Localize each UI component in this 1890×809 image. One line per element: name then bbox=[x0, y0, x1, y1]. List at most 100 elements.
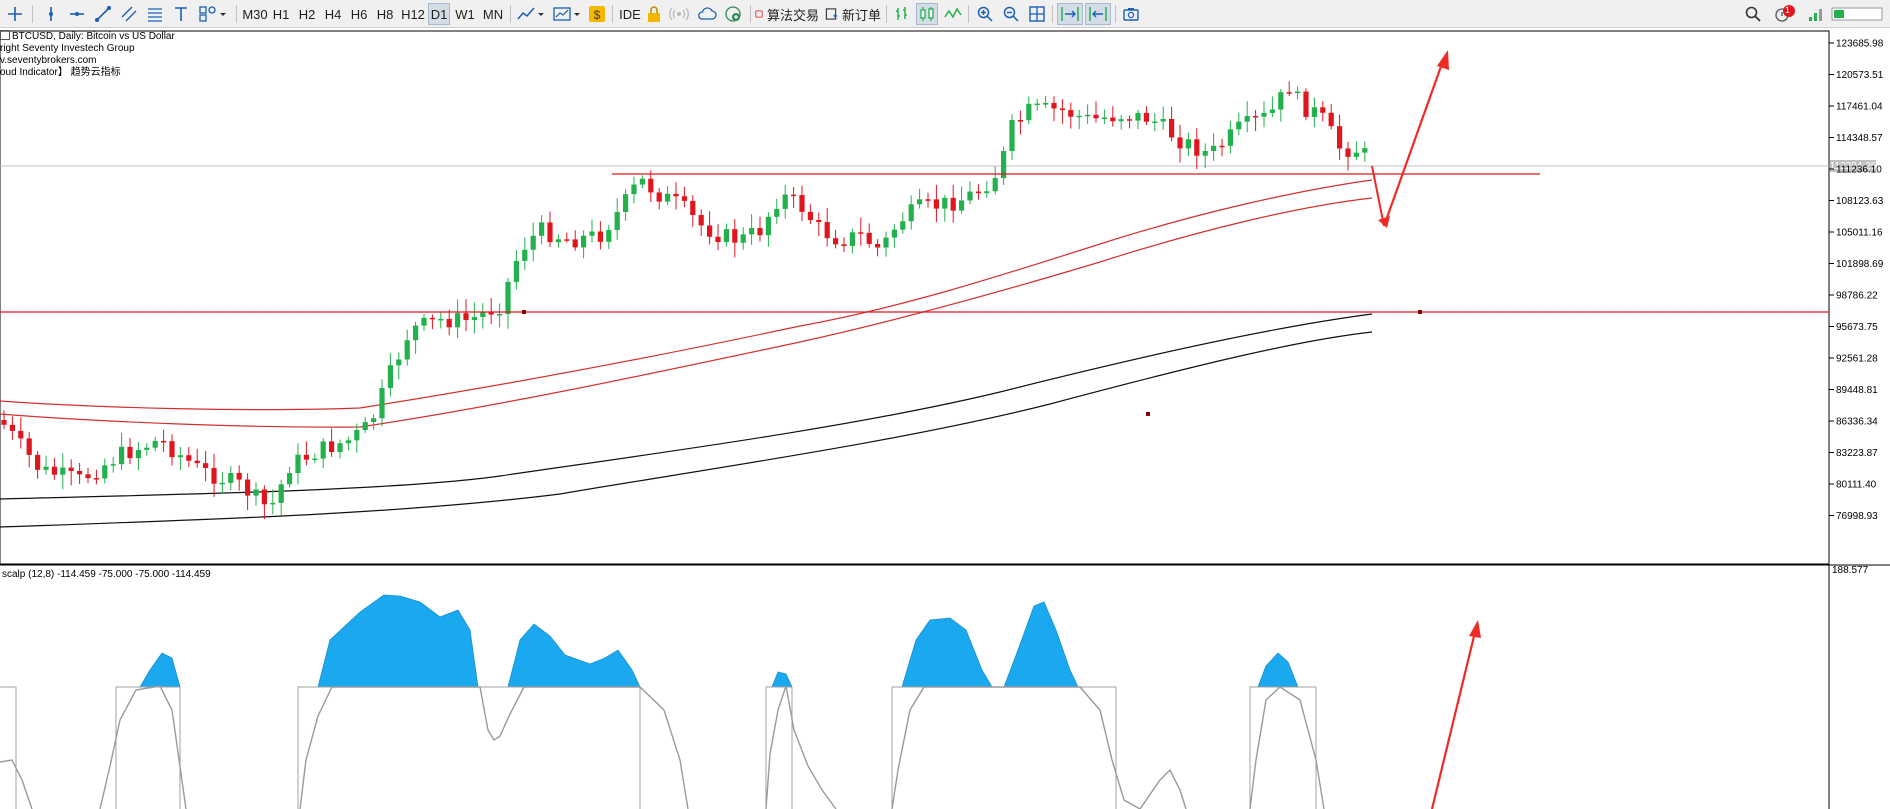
candle-bear bbox=[698, 215, 704, 226]
candle-bull bbox=[1101, 117, 1107, 120]
cloud-icon[interactable] bbox=[696, 3, 718, 25]
price-axis-label: 120573.51 bbox=[1836, 70, 1884, 81]
candle-bull bbox=[1269, 109, 1275, 113]
dollar-icon[interactable]: $ bbox=[587, 3, 607, 25]
candle-bull bbox=[1185, 139, 1191, 149]
candle-bull bbox=[1135, 112, 1141, 121]
candle-bull bbox=[959, 200, 965, 211]
candle-bull bbox=[1085, 114, 1091, 117]
chart-canvas[interactable]: 112284.25 123685.98120573.51117461.04114… bbox=[0, 30, 1890, 809]
crosshair-icon[interactable] bbox=[4, 3, 26, 25]
timeframe-h2[interactable]: H2 bbox=[296, 3, 318, 25]
candle-bull bbox=[1353, 152, 1359, 157]
support-line-anchor-right[interactable] bbox=[1418, 310, 1422, 314]
timeframe-m30[interactable]: M30 bbox=[242, 3, 268, 25]
ide-button[interactable]: IDE bbox=[617, 3, 643, 25]
candle-bear bbox=[732, 229, 738, 243]
price-axis-label: 92561.28 bbox=[1836, 354, 1878, 365]
signal-icon bbox=[668, 3, 690, 25]
candle-bull bbox=[891, 229, 897, 238]
candle-bull bbox=[413, 325, 419, 341]
timeframe-h6[interactable]: H6 bbox=[348, 3, 370, 25]
indicator-label: scalp (12,8) -114.459 -75.000 -75.000 -1… bbox=[2, 569, 211, 580]
candle-bull bbox=[102, 465, 108, 479]
shapes-dropdown-icon[interactable] bbox=[196, 3, 230, 25]
autoscroll-icon[interactable] bbox=[1057, 3, 1083, 25]
search-icon[interactable] bbox=[1742, 3, 1764, 25]
candle-bear bbox=[1093, 114, 1099, 119]
candle-bull bbox=[1261, 112, 1267, 117]
timeframe-h12[interactable]: H12 bbox=[400, 3, 426, 25]
candle-bull bbox=[942, 197, 948, 209]
support-line-anchor-left[interactable] bbox=[522, 310, 526, 314]
indicator-step-line bbox=[0, 686, 1317, 809]
price-axis-label: 108123.63 bbox=[1836, 196, 1884, 207]
price-axis-label: 86336.34 bbox=[1836, 417, 1878, 428]
price-axis-label: 105011.16 bbox=[1836, 228, 1883, 239]
candle-bull bbox=[967, 191, 973, 201]
horizontal-line-icon[interactable] bbox=[66, 3, 88, 25]
line-chart-icon[interactable] bbox=[942, 3, 964, 25]
candle-bull bbox=[345, 440, 351, 444]
candle-bear bbox=[673, 193, 679, 197]
candle-bear bbox=[1219, 145, 1225, 148]
candle-bull bbox=[278, 484, 284, 503]
chart-shift-icon[interactable] bbox=[1085, 3, 1111, 25]
candle-bear bbox=[261, 489, 267, 505]
screenshot-icon[interactable] bbox=[1120, 3, 1142, 25]
candle-bull bbox=[379, 387, 385, 419]
candle-bull bbox=[396, 359, 402, 366]
candle-bull bbox=[1160, 118, 1166, 122]
candle-bull bbox=[581, 235, 587, 248]
new-order-button[interactable]: 新订单 bbox=[825, 3, 881, 25]
candle-bull bbox=[992, 178, 998, 192]
trendline-icon[interactable] bbox=[92, 3, 114, 25]
marker-point[interactable] bbox=[1146, 412, 1150, 416]
price-axis[interactable]: 123685.98 120573.51 117461.04 114348.57 1112… bbox=[1829, 39, 1884, 523]
zoom-in-icon[interactable] bbox=[974, 3, 996, 25]
candle-bear bbox=[866, 232, 872, 244]
zoom-out-icon[interactable] bbox=[1000, 3, 1022, 25]
chart-type-icon[interactable] bbox=[515, 3, 547, 25]
candle-bear bbox=[127, 446, 133, 459]
channel-icon[interactable] bbox=[118, 3, 140, 25]
candle-bull bbox=[1034, 103, 1040, 106]
candle-bull bbox=[1295, 91, 1301, 94]
candle-bull bbox=[555, 239, 561, 243]
candle-bear bbox=[68, 467, 74, 471]
candle-bear bbox=[715, 236, 721, 243]
indicator-signal-line bbox=[0, 685, 1325, 809]
market-icon[interactable] bbox=[722, 3, 744, 25]
candle-bear bbox=[186, 455, 192, 461]
candle-bull bbox=[1278, 92, 1284, 110]
timeframe-h4[interactable]: H4 bbox=[322, 3, 344, 25]
candle-bull bbox=[1311, 107, 1317, 117]
notifications-icon[interactable]: 1 bbox=[1772, 3, 1798, 25]
candle-bear bbox=[85, 474, 91, 479]
lock-icon[interactable] bbox=[644, 3, 664, 25]
candle-bull bbox=[639, 178, 645, 185]
bar-chart-icon[interactable] bbox=[892, 3, 914, 25]
candlestick-icon[interactable] bbox=[916, 3, 938, 25]
text-tool-icon[interactable] bbox=[170, 3, 192, 25]
candle-bear bbox=[211, 467, 217, 484]
timeframe-w1[interactable]: W1 bbox=[454, 3, 476, 25]
algo-trading-button[interactable]: 算法交易 bbox=[755, 3, 819, 25]
indicator-up-arrow-line[interactable] bbox=[1430, 627, 1478, 809]
timeframe-h1[interactable]: H1 bbox=[270, 3, 292, 25]
fibonacci-icon[interactable] bbox=[144, 3, 166, 25]
timeframe-mn[interactable]: MN bbox=[480, 3, 506, 25]
candle-bull bbox=[337, 443, 343, 453]
main-chart-frame bbox=[0, 30, 1830, 565]
timeframe-h8[interactable]: H8 bbox=[374, 3, 396, 25]
indicator-pane[interactable] bbox=[0, 594, 1481, 809]
grid-icon[interactable] bbox=[1026, 3, 1048, 25]
timeframe-d1[interactable]: D1 bbox=[428, 3, 450, 25]
candle-bull bbox=[119, 446, 125, 465]
templates-icon[interactable] bbox=[551, 3, 583, 25]
vertical-line-icon[interactable] bbox=[40, 3, 62, 25]
chart-window[interactable]: 112284.25 123685.98 120573.51 117461.04 114… bbox=[0, 30, 1890, 809]
candle-bull bbox=[1362, 148, 1368, 153]
candle-bull bbox=[774, 208, 780, 217]
new-order-label: 新订单 bbox=[841, 7, 881, 23]
